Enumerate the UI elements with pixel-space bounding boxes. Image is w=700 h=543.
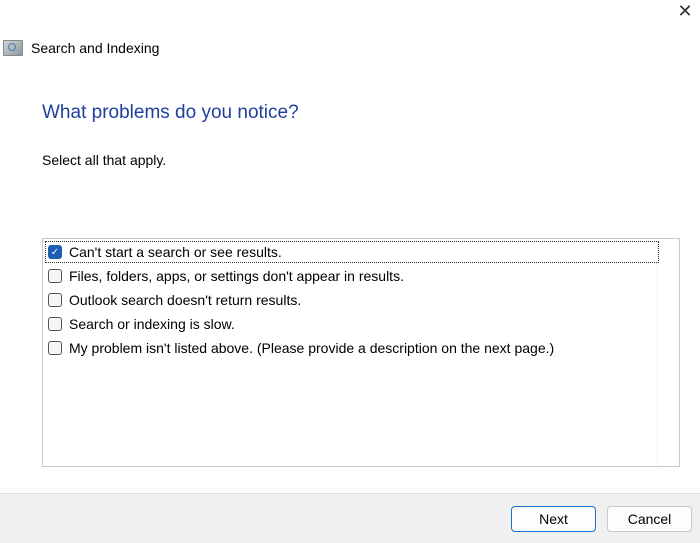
page-title: What problems do you notice? bbox=[42, 102, 299, 123]
checkbox[interactable] bbox=[48, 293, 62, 307]
search-indexing-icon bbox=[3, 40, 23, 56]
problem-option[interactable]: Search or indexing is slow. bbox=[45, 313, 659, 335]
next-button[interactable]: Next bbox=[511, 506, 596, 532]
checkbox[interactable] bbox=[48, 269, 62, 283]
close-button[interactable]: ✕ bbox=[670, 0, 700, 24]
checkmark-icon: ✓ bbox=[50, 246, 60, 258]
problem-option[interactable]: Files, folders, apps, or settings don't … bbox=[45, 265, 659, 287]
checkbox[interactable] bbox=[48, 317, 62, 331]
scrollbar-track[interactable] bbox=[657, 239, 679, 466]
problem-option[interactable]: My problem isn't listed above. (Please p… bbox=[45, 337, 659, 359]
option-label: Can't start a search or see results. bbox=[69, 244, 282, 260]
problem-option[interactable]: ✓ Can't start a search or see results. bbox=[45, 241, 659, 263]
problems-list[interactable]: ✓ Can't start a search or see results. Fil… bbox=[42, 238, 680, 467]
option-label: My problem isn't listed above. (Please p… bbox=[69, 340, 555, 356]
checkbox[interactable] bbox=[48, 341, 62, 355]
problem-option[interactable]: Outlook search doesn't return results. bbox=[45, 289, 659, 311]
instruction-text: Select all that apply. bbox=[42, 152, 167, 168]
footer: Next Cancel bbox=[0, 493, 700, 543]
option-label: Search or indexing is slow. bbox=[69, 316, 235, 332]
title-bar: Search and Indexing bbox=[3, 40, 159, 56]
cancel-button[interactable]: Cancel bbox=[607, 506, 692, 532]
option-label: Outlook search doesn't return results. bbox=[69, 292, 302, 308]
checkbox[interactable]: ✓ bbox=[48, 245, 62, 259]
close-icon: ✕ bbox=[677, 1, 693, 21]
window-title: Search and Indexing bbox=[31, 40, 160, 56]
option-label: Files, folders, apps, or settings don't … bbox=[69, 268, 404, 284]
